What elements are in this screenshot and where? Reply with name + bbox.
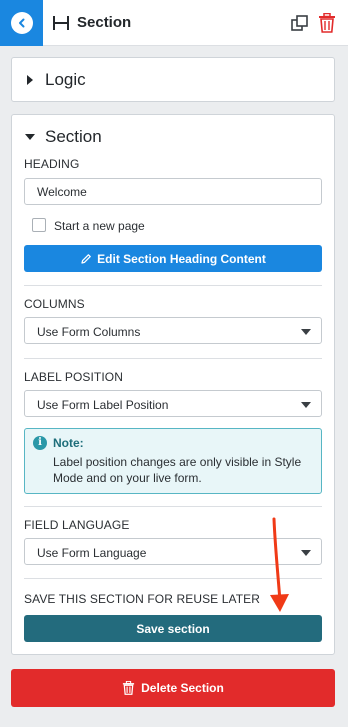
save-section-label: Save section [136, 621, 210, 636]
back-button[interactable] [0, 0, 43, 46]
field-language-label: FIELD LANGUAGE [24, 518, 130, 532]
note-title: Note: [53, 436, 84, 450]
columns-select[interactable]: Use Form Columns [24, 317, 322, 344]
page-title: Section [77, 14, 132, 31]
save-section-button[interactable]: Save section [24, 615, 322, 642]
label-position-label: LABEL POSITION [24, 370, 123, 384]
columns-label: COLUMNS [24, 297, 85, 311]
note-body: Label position changes are only visible … [53, 455, 302, 485]
field-language-select[interactable]: Use Form Language [24, 538, 322, 565]
edit-heading-button[interactable]: Edit Section Heading Content [24, 245, 322, 272]
divider [24, 578, 322, 579]
section-panel-title[interactable]: Section [45, 127, 102, 147]
info-icon: i [33, 436, 47, 450]
caret-right-icon [27, 75, 33, 85]
label-position-value: Use Form Label Position [37, 398, 169, 412]
dropdown-arrow-icon [301, 402, 311, 408]
dropdown-arrow-icon [301, 329, 311, 335]
label-position-select[interactable]: Use Form Label Position [24, 390, 322, 417]
section-panel: Section HEADING Start a new page Edit Se… [11, 114, 335, 655]
top-bar: Section [0, 0, 348, 46]
field-language-value: Use Form Language [37, 546, 147, 560]
delete-section-button[interactable]: Delete Section [11, 669, 335, 707]
divider [24, 285, 322, 286]
note-box: i Note: Label position changes are only … [24, 428, 322, 494]
pencil-icon [81, 253, 92, 264]
edit-heading-label: Edit Section Heading Content [97, 251, 266, 266]
caret-down-icon[interactable] [25, 134, 35, 140]
save-reuse-label: SAVE THIS SECTION FOR REUSE LATER [24, 592, 261, 606]
logic-title: Logic [45, 70, 86, 89]
heading-input[interactable] [24, 178, 322, 205]
divider [24, 506, 322, 507]
trash-icon [123, 681, 135, 695]
heading-label: HEADING [24, 157, 80, 171]
logic-panel-header[interactable]: Logic [11, 57, 335, 102]
delete-section-label: Delete Section [141, 681, 224, 695]
duplicate-icon[interactable] [291, 15, 308, 32]
trash-icon[interactable] [318, 13, 336, 33]
new-page-label: Start a new page [54, 219, 145, 233]
dropdown-arrow-icon [301, 550, 311, 556]
chevron-left-icon [10, 12, 33, 34]
new-page-checkbox[interactable] [32, 218, 46, 232]
divider [24, 358, 322, 359]
columns-value: Use Form Columns [37, 325, 141, 339]
section-icon [53, 16, 69, 30]
